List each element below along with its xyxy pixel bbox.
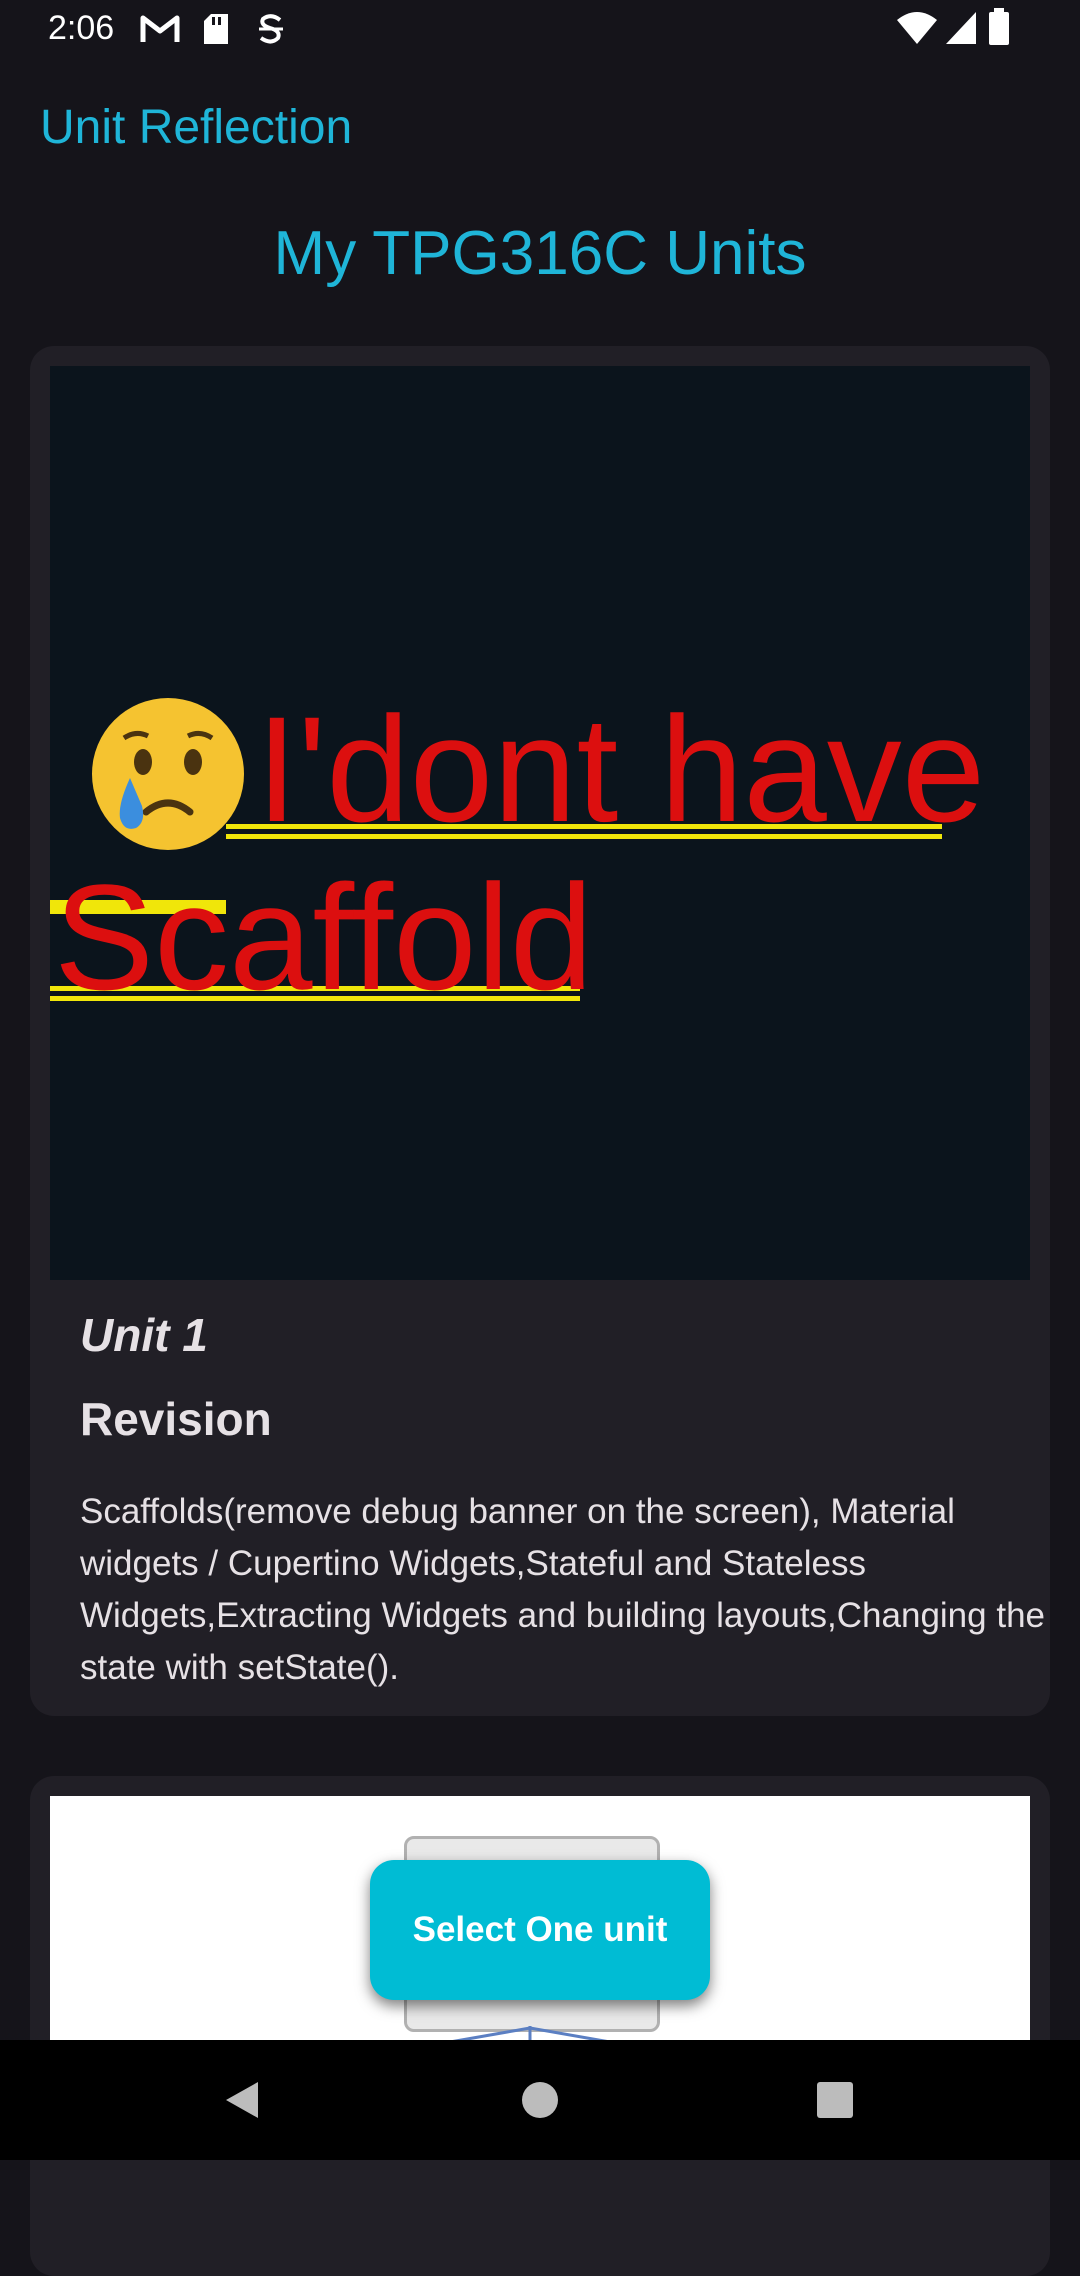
image-text-line-1: I'dont have [256,685,986,853]
unit-card[interactable]: I'dont have Scaffold Unit 1 Revision Sca… [30,346,1050,1716]
crying-face-icon [88,694,248,854]
app-bar-title: Unit Reflection [40,101,353,154]
status-time: 2:06 [48,9,115,47]
home-circle-icon[interactable] [510,2070,570,2130]
unit-title: Unit 1 [80,1309,208,1361]
unit-description: Scaffolds(remove debug banner on the scr… [80,1492,1045,1687]
unit-subtitle: Revision [80,1393,272,1445]
s-icon [256,12,286,51]
select-unit-button[interactable]: Select One unit [370,1860,710,2000]
navigation-bar [0,2040,1080,2160]
status-bar: 2:06 [0,0,1080,60]
image-text-line-2: Scaffold [54,853,594,1021]
battery-icon [988,8,1010,51]
unit-card[interactable] [30,1776,1050,2276]
signal-icon [944,10,978,51]
page-title: My TPG316C Units [273,219,807,288]
recents-square-icon[interactable] [805,2070,865,2130]
gmail-icon [140,12,180,51]
back-triangle-icon[interactable] [212,2070,272,2130]
wifi-icon [896,10,938,51]
sd-card-icon [202,12,230,51]
unit-image: I'dont have Scaffold [50,366,1030,1280]
